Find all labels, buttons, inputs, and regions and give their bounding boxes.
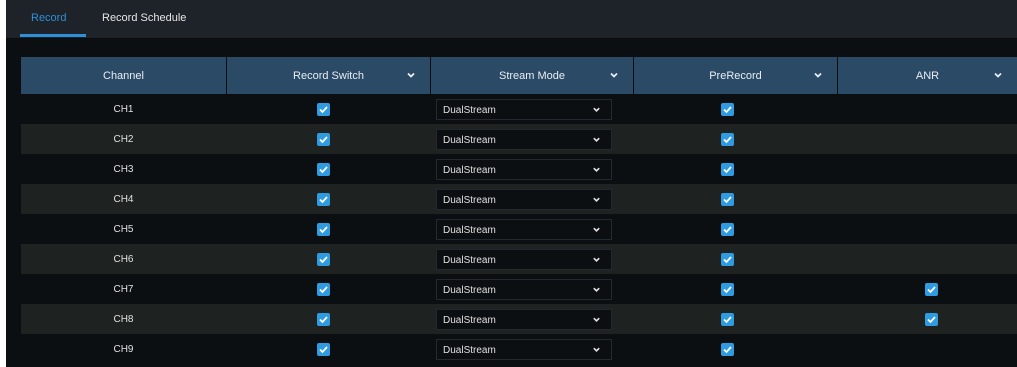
record-settings-panel: Record Record Schedule Channel Record Swi… [6,0,1017,367]
prerecord-checkbox[interactable] [721,163,734,176]
header-label: Channel [103,69,144,82]
stream-mode-value: DualStream [443,225,496,236]
record-switch-checkbox[interactable] [317,163,330,176]
stream-mode-value: DualStream [443,135,496,146]
chevron-down-icon[interactable] [406,70,416,80]
table-row: CH1 DualStream [21,94,1017,124]
stream-mode-select[interactable]: DualStream [436,99,612,120]
stream-mode-select[interactable]: DualStream [436,279,612,300]
channel-label: CH6 [113,253,134,265]
table-row: CH2 DualStream [21,124,1017,154]
chevron-down-icon [592,165,601,174]
record-switch-checkbox[interactable] [317,343,330,356]
chevron-down-icon [592,345,601,354]
record-switch-checkbox[interactable] [317,313,330,326]
header-anr[interactable]: ANR [838,57,1017,94]
anr-checkbox[interactable] [925,283,938,296]
header-prerecord[interactable]: PreRecord [634,57,837,94]
stream-mode-value: DualStream [443,105,496,116]
table-row: CH3 DualStream [21,154,1017,184]
chevron-down-icon[interactable] [813,70,823,80]
chevron-down-icon [592,225,601,234]
chevron-down-icon[interactable] [993,70,1003,80]
chevron-down-icon [592,285,601,294]
channel-label: CH9 [113,343,134,355]
stream-mode-select[interactable]: DualStream [436,129,612,150]
stream-mode-value: DualStream [443,255,496,266]
channel-label: CH2 [113,133,134,145]
table-row: CH9 DualStream [21,334,1017,364]
table-body: CH1 DualStream CH2 DualStream CH3 DualStream C… [21,94,1017,364]
prerecord-checkbox[interactable] [721,343,734,356]
table-row: CH8 DualStream [21,304,1017,334]
tab-record[interactable]: Record [31,12,66,24]
stream-mode-value: DualStream [443,315,496,326]
chevron-down-icon [592,255,601,264]
header-label: Record Switch [293,69,364,82]
anr-checkbox[interactable] [925,313,938,326]
header-label: PreRecord [709,69,762,82]
stream-mode-value: DualStream [443,345,496,356]
record-table: Channel Record Switch Stream Mode PreRecord… [21,57,1017,364]
chevron-down-icon[interactable] [609,70,619,80]
table-row: CH6 DualStream [21,244,1017,274]
channel-label: CH8 [113,313,134,325]
header-label: ANR [915,69,940,82]
tab-divider [6,38,1017,39]
channel-label: CH4 [113,193,134,205]
stream-mode-select[interactable]: DualStream [436,219,612,240]
record-switch-checkbox[interactable] [317,283,330,296]
prerecord-checkbox[interactable] [721,223,734,236]
active-tab-indicator [20,34,86,37]
channel-label: CH5 [113,223,134,235]
chevron-down-icon [592,315,601,324]
record-switch-checkbox[interactable] [317,103,330,116]
channel-label: CH1 [113,103,134,115]
record-switch-checkbox[interactable] [317,253,330,266]
stream-mode-select[interactable]: DualStream [436,249,612,270]
header-label: Stream Mode [498,69,566,82]
table-row: CH7 DualStream [21,274,1017,304]
header-stream-mode[interactable]: Stream Mode [431,57,633,94]
channel-label: CH3 [113,163,134,175]
prerecord-checkbox[interactable] [721,283,734,296]
stream-mode-value: DualStream [443,195,496,206]
header-record-switch[interactable]: Record Switch [227,57,430,94]
prerecord-checkbox[interactable] [721,193,734,206]
table-header: Channel Record Switch Stream Mode PreRecord… [21,57,1017,94]
record-switch-checkbox[interactable] [317,133,330,146]
record-switch-checkbox[interactable] [317,223,330,236]
stream-mode-select[interactable]: DualStream [436,309,612,330]
stream-mode-select[interactable]: DualStream [436,189,612,210]
table-row: CH5 DualStream [21,214,1017,244]
chevron-down-icon [592,105,601,114]
prerecord-checkbox[interactable] [721,313,734,326]
tab-bar: Record Record Schedule [6,0,1017,38]
prerecord-checkbox[interactable] [721,133,734,146]
record-switch-checkbox[interactable] [317,193,330,206]
stream-mode-value: DualStream [443,165,496,176]
tab-record-schedule[interactable]: Record Schedule [102,12,186,24]
stream-mode-select[interactable]: DualStream [436,159,612,180]
stream-mode-select[interactable]: DualStream [436,339,612,360]
header-channel: Channel [21,57,226,94]
chevron-down-icon [592,195,601,204]
channel-label: CH7 [113,283,134,295]
stream-mode-value: DualStream [443,285,496,296]
chevron-down-icon [592,135,601,144]
prerecord-checkbox[interactable] [721,103,734,116]
prerecord-checkbox[interactable] [721,253,734,266]
table-row: CH4 DualStream [21,184,1017,214]
